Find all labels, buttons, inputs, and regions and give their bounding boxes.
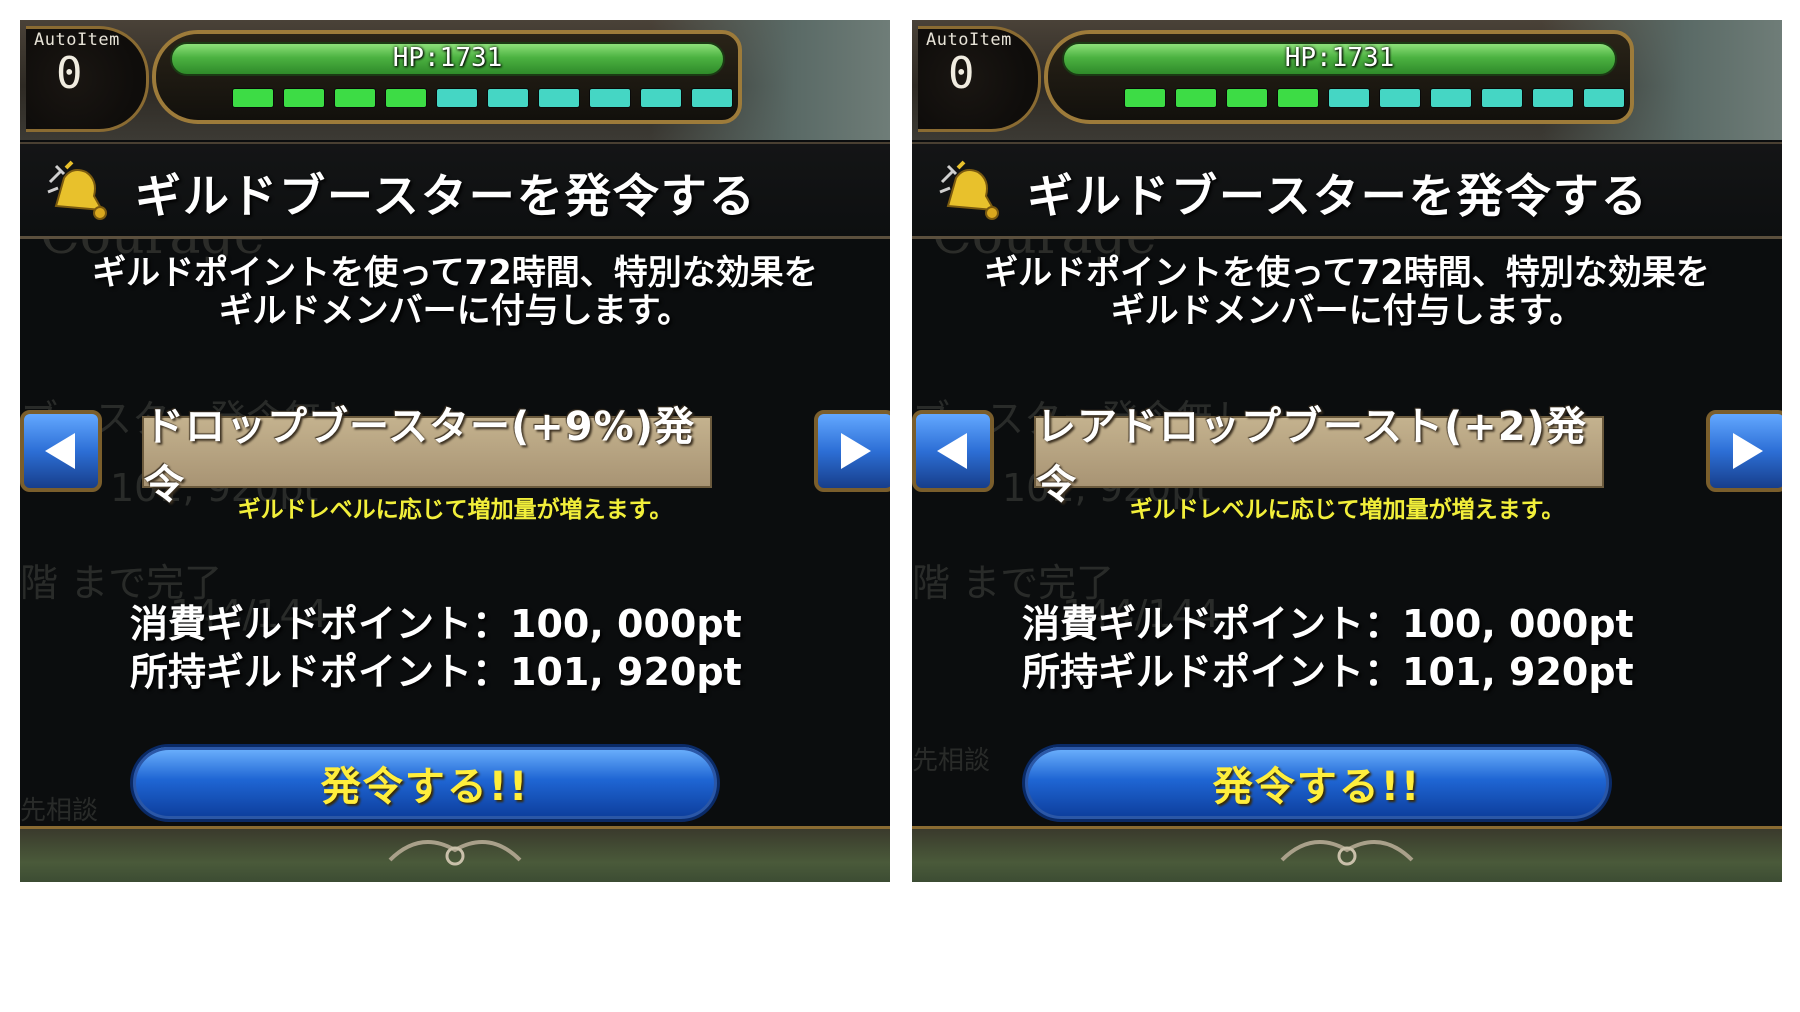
skill-gauge [232,88,733,110]
bell-icon [939,160,999,220]
issue-button-label: 発令する!! [320,764,530,810]
issue-booster-button[interactable]: 発令する!! [130,744,720,822]
gauge-segment [1430,88,1472,108]
screen-left: AutoItem 0 HP:1731 Courage ブースター発令無し 101… [20,20,890,990]
gauge-segment [232,88,274,108]
gauge-segment [1379,88,1421,108]
background-text: 先相談 [912,746,991,776]
hud: AutoItem 0 HP:1731 [20,20,890,140]
points-summary: 消費ギルドポイント ：100, 000pt 所持ギルドポイント ：101, 92… [130,600,742,696]
issue-booster-button[interactable]: 発令する!! [1022,744,1612,822]
cost-row: 消費ギルドポイント ：100, 000pt [130,600,742,648]
auto-item-count: 0 [56,48,83,99]
auto-item-label: AutoItem [34,30,120,50]
issue-button-label: 発令する!! [1212,764,1422,810]
owned-value: ：101, 920pt [472,650,742,694]
gauge-segment [1175,88,1217,108]
level-note: ギルドレベルに応じて増加量が増えます。 [1129,497,1565,523]
dialog-title-bar: ギルドブースターを発令する [20,142,890,239]
description-line: ギルドポイントを使って72時間、特別な効果を [92,253,818,293]
cost-value: ：100, 000pt [1364,602,1634,646]
bell-icon [47,160,107,220]
ornament-icon [1280,840,1414,866]
gauge-segment [691,88,733,108]
gauge-segment [1124,88,1166,108]
auto-item-label: AutoItem [926,30,1012,50]
ornament-icon [388,840,522,866]
cost-label: 消費ギルドポイント [1022,602,1365,646]
arrow-left-icon [45,433,75,469]
owned-row: 所持ギルドポイント ：101, 920pt [130,648,742,696]
gauge-segment [436,88,478,108]
dialog-title-bar: ギルドブースターを発令する [912,142,1782,239]
cost-label: 消費ギルドポイント [130,602,473,646]
gauge-segment [1583,88,1625,108]
dialog-title: ギルドブースターを発令する [1027,169,1649,223]
gauge-segment [385,88,427,108]
skill-gauge [1124,88,1625,110]
panel-bottom-area [912,882,1782,990]
prev-booster-button[interactable] [912,410,994,492]
booster-type-label-box: ドロップブースター(+9%)発令 [142,404,712,508]
arrow-right-icon [1733,433,1763,469]
prev-booster-button[interactable] [20,410,102,492]
gauge-segment [1481,88,1523,108]
gauge-segment [1532,88,1574,108]
hp-text: HP:1731 [1284,43,1395,73]
hp-text: HP:1731 [392,43,503,73]
next-booster-button[interactable] [1706,410,1782,492]
next-booster-button[interactable] [814,410,890,492]
description-line: ギルドメンバーに付与します。 [218,291,692,331]
points-summary: 消費ギルドポイント ：100, 000pt 所持ギルドポイント ：101, 92… [1022,600,1634,696]
owned-label: 所持ギルドポイント [1022,650,1365,694]
booster-type-label-box: レアドロップブースト(+2)発令 [1034,404,1604,508]
gauge-segment [283,88,325,108]
gauge-segment [640,88,682,108]
description: ギルドポイントを使って72時間、特別な効果を ギルドメンバーに付与します。 [912,254,1782,330]
gauge-segment [1277,88,1319,108]
description: ギルドポイントを使って72時間、特別な効果を ギルドメンバーに付与します。 [20,254,890,330]
panel-bottom-area [20,882,890,990]
hud: AutoItem 0 HP:1731 [912,20,1782,140]
screen-right: AutoItem 0 HP:1731 Courage ブースター発令無し 101… [912,20,1782,990]
description-line: ギルドポイントを使って72時間、特別な効果を [984,253,1710,293]
gauge-segment [538,88,580,108]
cost-value: ：100, 000pt [472,602,742,646]
gauge-segment [487,88,529,108]
gauge-segment [589,88,631,108]
cost-row: 消費ギルドポイント ：100, 000pt [1022,600,1634,648]
gauge-segment [1328,88,1370,108]
auto-item-count: 0 [948,48,975,99]
background-text: 先相談 [20,796,99,826]
owned-value: ：101, 920pt [1364,650,1634,694]
level-note: ギルドレベルに応じて増加量が増えます。 [237,497,673,523]
owned-label: 所持ギルドポイント [130,650,473,694]
gauge-segment [1226,88,1268,108]
owned-row: 所持ギルドポイント ：101, 920pt [1022,648,1634,696]
dialog-title: ギルドブースターを発令する [135,169,757,223]
arrow-left-icon [937,433,967,469]
arrow-right-icon [841,433,871,469]
gauge-segment [334,88,376,108]
description-line: ギルドメンバーに付与します。 [1110,291,1584,331]
